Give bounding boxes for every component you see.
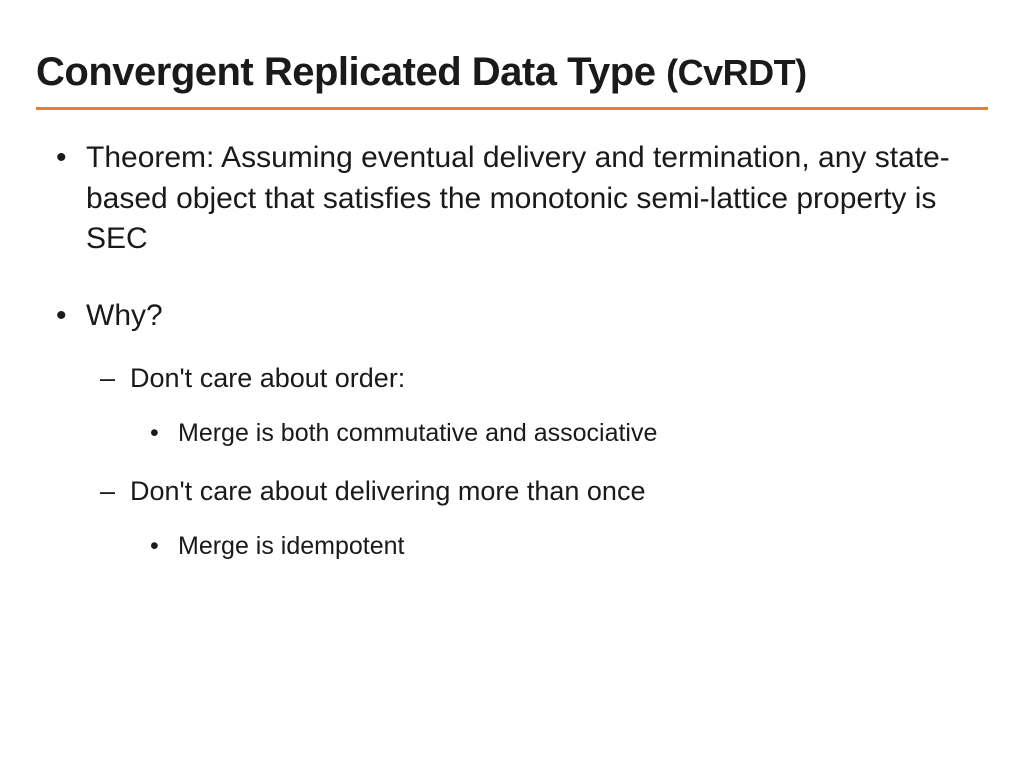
bullet-text: Merge is idempotent xyxy=(178,532,405,560)
bullet-theorem: Theorem: Assuming eventual delivery and … xyxy=(86,138,988,260)
sub-list: Don't care about order: Merge is both co… xyxy=(86,360,988,564)
subbullet-delivery: Don't care about delivering more than on… xyxy=(130,473,988,564)
sub-sub-list: Merge is both commutative and associativ… xyxy=(130,416,988,451)
title-main: Convergent Replicated Data Type xyxy=(36,50,666,94)
bullet-list: Theorem: Assuming eventual delivery and … xyxy=(36,138,988,564)
bullet-text: Merge is both commutative and associativ… xyxy=(178,419,657,447)
subsubbullet-idempotent: Merge is idempotent xyxy=(178,529,988,564)
bullet-text: Theorem: Assuming eventual delivery and … xyxy=(86,141,950,255)
bullet-text: Why? xyxy=(86,299,163,332)
bullet-why: Why? Don't care about order: Merge is bo… xyxy=(86,296,988,564)
subsubbullet-commutative: Merge is both commutative and associativ… xyxy=(178,416,988,451)
subbullet-order: Don't care about order: Merge is both co… xyxy=(130,360,988,451)
bullet-text: Don't care about delivering more than on… xyxy=(130,476,645,506)
title-sub: (CvRDT) xyxy=(666,52,806,93)
sub-sub-list: Merge is idempotent xyxy=(130,529,988,564)
slide: Convergent Replicated Data Type (CvRDT) … xyxy=(0,0,1024,768)
slide-title: Convergent Replicated Data Type (CvRDT) xyxy=(36,50,988,95)
title-wrap: Convergent Replicated Data Type (CvRDT) xyxy=(36,50,988,110)
bullet-text: Don't care about order: xyxy=(130,363,405,393)
